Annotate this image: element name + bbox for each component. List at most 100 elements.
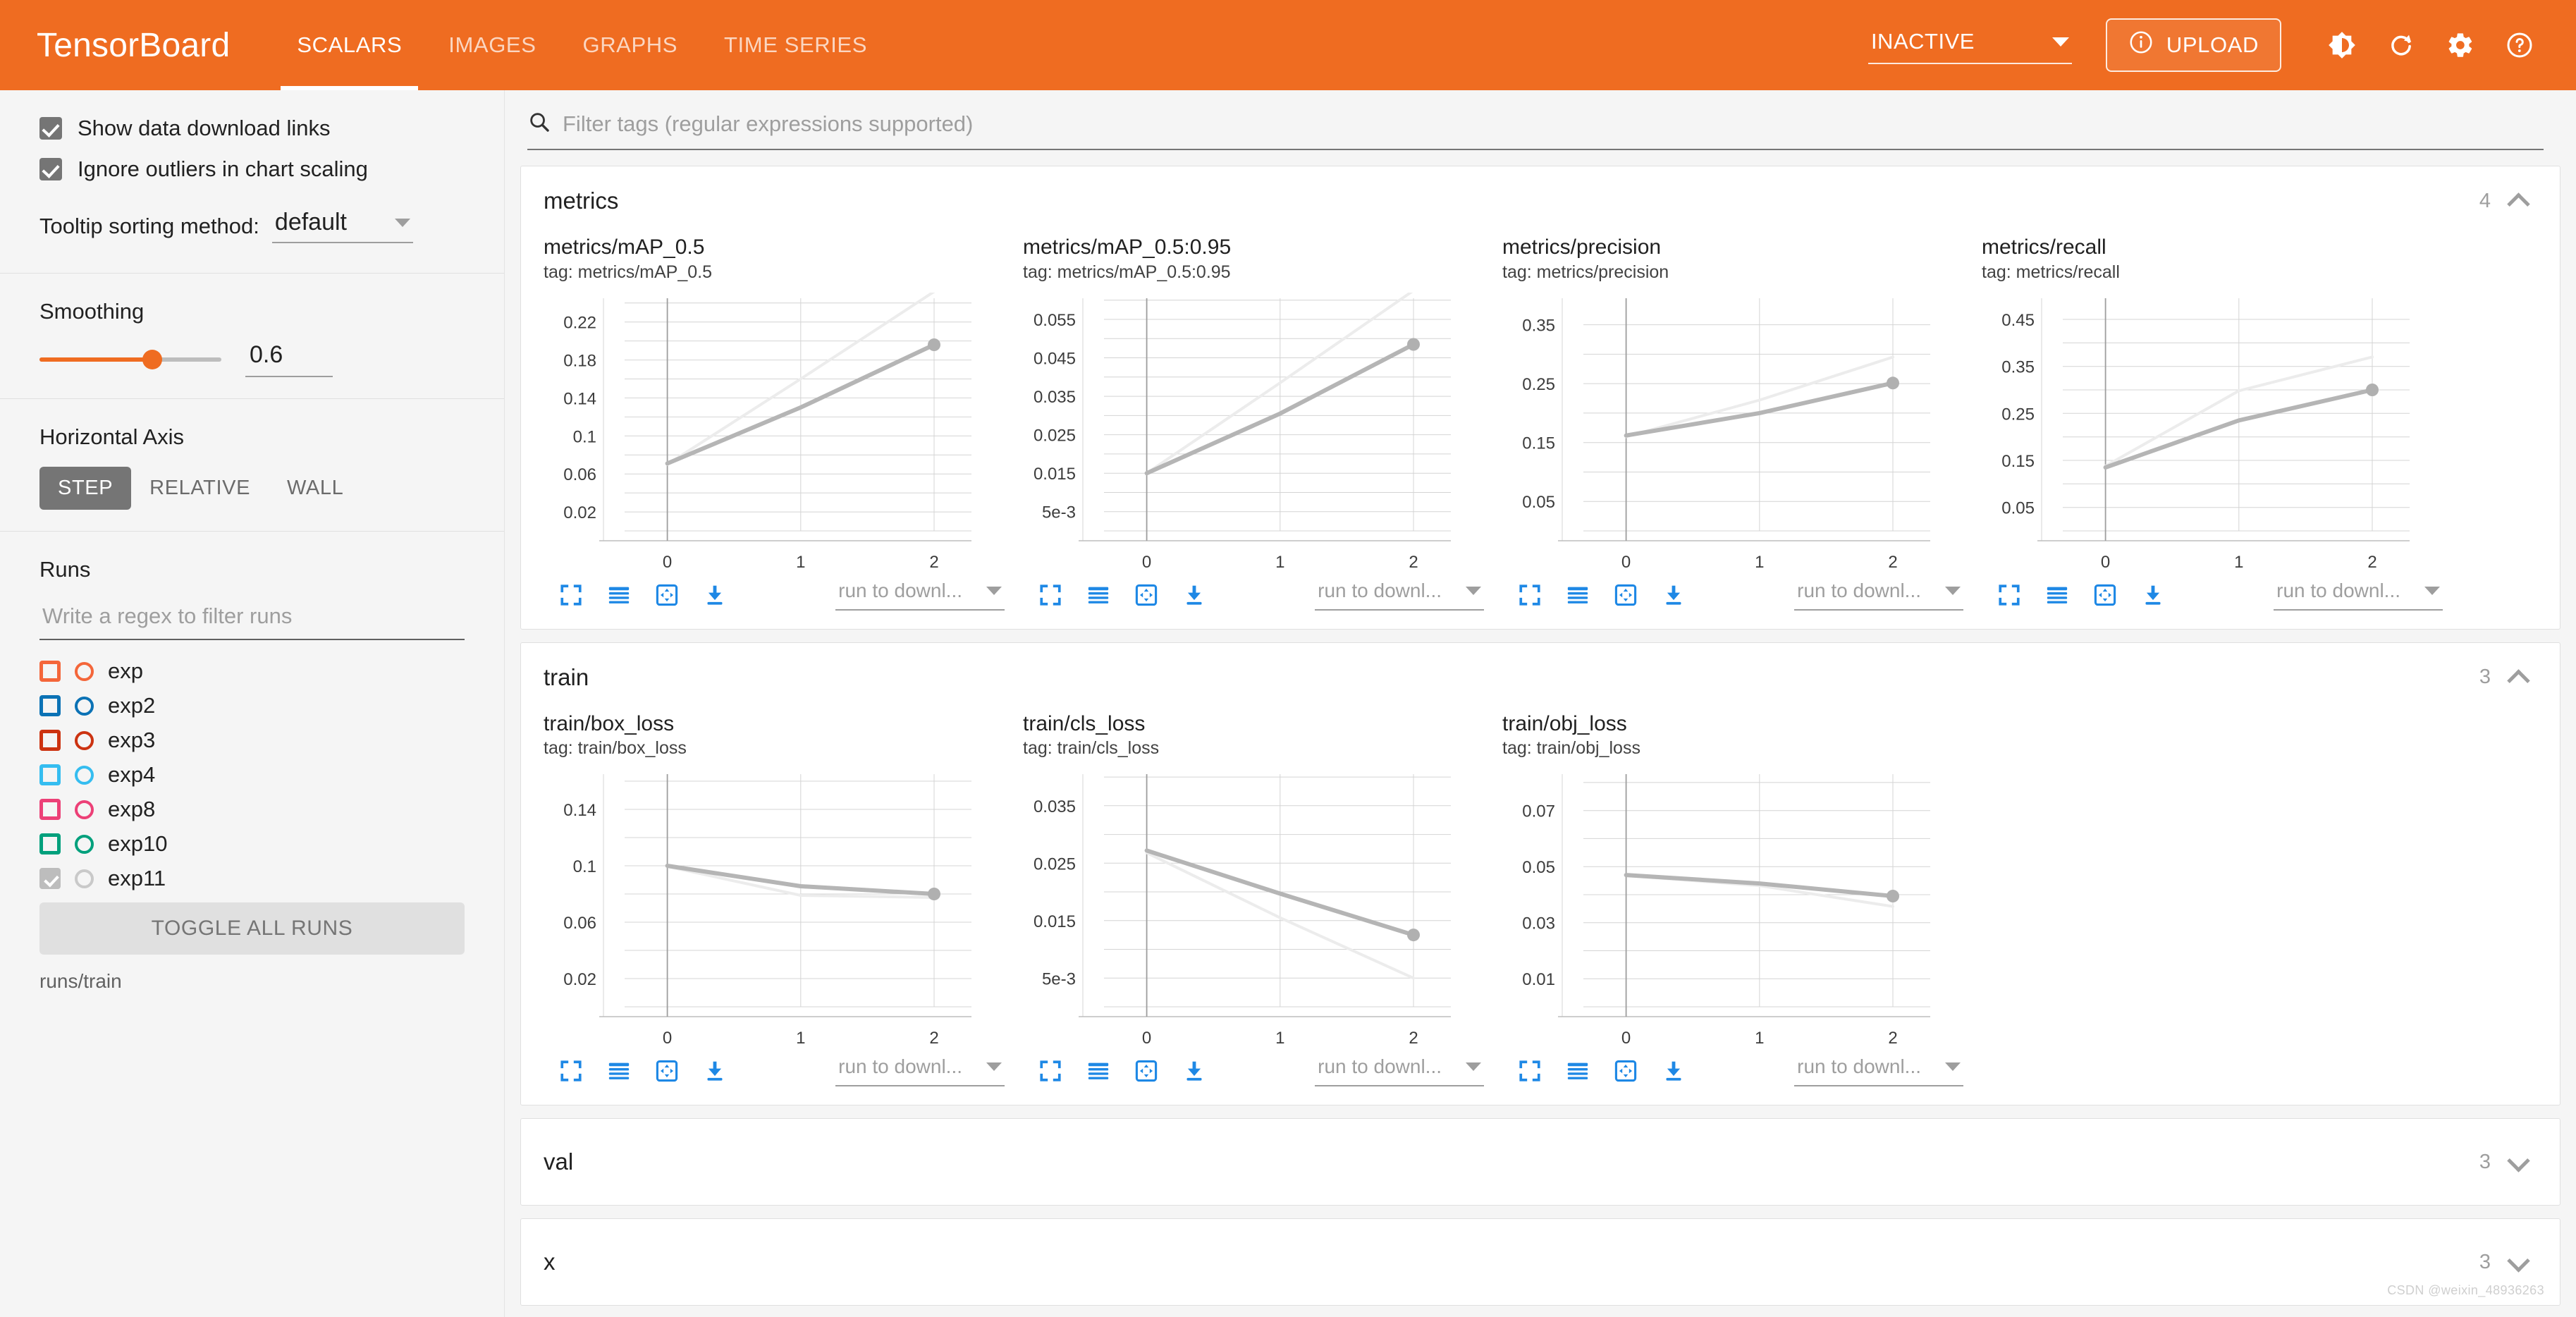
run-item-exp8[interactable]: exp8 <box>39 797 465 822</box>
refresh-icon[interactable] <box>2387 31 2415 59</box>
run-checkbox[interactable] <box>39 833 61 854</box>
chevron-up-icon[interactable] <box>2509 192 2527 210</box>
run-to-download-select[interactable]: run to downl... <box>1794 580 1963 611</box>
run-to-download-select[interactable]: run to downl... <box>835 1055 1005 1087</box>
data-table-icon[interactable] <box>1086 583 1110 607</box>
tab-time-series[interactable]: TIME SERIES <box>701 0 890 90</box>
data-table-icon[interactable] <box>1086 1059 1110 1083</box>
tab-scalars[interactable]: SCALARS <box>274 0 425 90</box>
checkbox-show-data-download-links[interactable]: Show data download links <box>39 116 465 141</box>
chart-plot[interactable]: 0.02 0.06 0.1 0.14 0.18 0.22 0 1 2 <box>544 290 1012 578</box>
axis-option-relative[interactable]: RELATIVE <box>131 467 269 510</box>
fullscreen-icon[interactable] <box>559 1059 583 1083</box>
section-val-header[interactable]: val 3 <box>521 1119 2560 1205</box>
svg-text:2: 2 <box>1888 1029 1897 1048</box>
chevron-down-icon <box>1466 586 1481 595</box>
download-icon[interactable] <box>2141 583 2165 607</box>
chart-tag: tag: metrics/recall <box>1982 262 2120 282</box>
chevron-up-icon[interactable] <box>2509 668 2527 687</box>
section-train-title: train <box>544 663 589 690</box>
charts-scroll-area[interactable]: metrics 4 metrics/mAP_0.5 tag: metrics/m… <box>505 150 2576 1317</box>
run-checkbox[interactable] <box>39 695 61 716</box>
run-to-download-select[interactable]: run to downl... <box>1315 580 1484 611</box>
svg-text:1: 1 <box>796 553 805 572</box>
smoothing-slider-thumb[interactable] <box>142 349 162 369</box>
section-metrics-header[interactable]: metrics 4 <box>521 166 2560 235</box>
smoothing-slider[interactable] <box>39 349 221 369</box>
download-icon[interactable] <box>703 583 727 607</box>
chart-plot[interactable]: 0.01 0.03 0.05 0.07 0 1 2 <box>1502 768 1970 1054</box>
axis-option-wall[interactable]: WALL <box>269 467 362 510</box>
run-to-download-select[interactable]: run to downl... <box>835 580 1005 611</box>
run-item-exp2[interactable]: exp2 <box>39 693 465 718</box>
run-to-download-select[interactable]: run to downl... <box>2274 580 2443 611</box>
run-to-download-select[interactable]: run to downl... <box>1794 1055 1963 1087</box>
fit-domain-icon[interactable] <box>655 583 679 607</box>
run-checkbox[interactable] <box>39 730 61 751</box>
chevron-down-icon[interactable] <box>2509 1253 2527 1271</box>
fit-domain-icon[interactable] <box>1614 1059 1638 1083</box>
download-icon[interactable] <box>1662 1059 1686 1083</box>
tab-time-series-label: TIME SERIES <box>724 32 867 57</box>
run-item-exp3[interactable]: exp3 <box>39 728 465 753</box>
svg-text:0.015: 0.015 <box>1034 912 1076 931</box>
data-table-icon[interactable] <box>607 1059 631 1083</box>
fullscreen-icon[interactable] <box>1997 583 2021 607</box>
brightness-icon[interactable] <box>2328 31 2356 59</box>
chart-plot[interactable]: 5e-3 0.015 0.025 0.035 0.045 0.055 0 1 2 <box>1023 288 1491 578</box>
svg-text:0.035: 0.035 <box>1034 388 1076 407</box>
axis-option-step[interactable]: STEP <box>39 467 132 510</box>
tooltip-sorting-select[interactable]: default <box>271 209 413 243</box>
run-checkbox[interactable] <box>39 764 61 785</box>
tab-images[interactable]: IMAGES <box>425 0 559 90</box>
section-train-header[interactable]: train 3 <box>521 643 2560 712</box>
run-checkbox[interactable] <box>39 799 61 820</box>
fit-domain-icon[interactable] <box>2093 583 2117 607</box>
chart-plot[interactable]: 5e-3 0.015 0.025 0.035 0 1 2 <box>1023 768 1491 1054</box>
chart-plot[interactable]: 0.02 0.06 0.1 0.14 0 1 2 <box>544 768 1012 1054</box>
fullscreen-icon[interactable] <box>1038 1059 1062 1083</box>
fullscreen-icon[interactable] <box>1518 583 1542 607</box>
chevron-down-icon <box>1945 1062 1961 1072</box>
download-icon[interactable] <box>1662 583 1686 607</box>
data-table-icon[interactable] <box>607 583 631 607</box>
download-icon[interactable] <box>1182 1059 1206 1083</box>
tab-graphs[interactable]: GRAPHS <box>559 0 701 90</box>
fullscreen-icon[interactable] <box>559 583 583 607</box>
gear-icon[interactable] <box>2446 31 2474 59</box>
chart-plot[interactable]: 0.05 0.15 0.25 0.35 0 1 2 <box>1502 293 1970 578</box>
fit-domain-icon[interactable] <box>655 1059 679 1083</box>
section-val-title: val <box>544 1148 574 1175</box>
fit-domain-icon[interactable] <box>1134 583 1158 607</box>
run-status-select[interactable]: INACTIVE <box>1867 26 2072 64</box>
fullscreen-icon[interactable] <box>1038 583 1062 607</box>
run-checkbox[interactable] <box>39 868 61 889</box>
chevron-down-icon[interactable] <box>2509 1153 2527 1171</box>
data-table-icon[interactable] <box>2045 583 2069 607</box>
download-icon[interactable] <box>703 1059 727 1083</box>
fit-domain-icon[interactable] <box>1614 583 1638 607</box>
tag-filter-input[interactable]: Filter tags (regular expressions support… <box>527 106 2544 150</box>
run-item-exp[interactable]: exp <box>39 658 465 684</box>
svg-text:0.22: 0.22 <box>563 313 596 332</box>
data-table-icon[interactable] <box>1566 1059 1590 1083</box>
data-table-icon[interactable] <box>1566 583 1590 607</box>
run-item-exp11[interactable]: exp11 <box>39 866 465 891</box>
runs-filter-input[interactable]: Write a regex to filter runs <box>39 599 465 640</box>
run-label: exp8 <box>108 797 156 821</box>
chart-plot[interactable]: 0.05 0.15 0.25 0.35 0.45 0 1 2 <box>1982 293 2450 578</box>
download-icon[interactable] <box>1182 583 1206 607</box>
fit-domain-icon[interactable] <box>1134 1059 1158 1083</box>
toggle-all-runs-button[interactable]: TOGGLE ALL RUNS <box>39 902 465 955</box>
run-to-download-select[interactable]: run to downl... <box>1315 1055 1484 1087</box>
fullscreen-icon[interactable] <box>1518 1059 1542 1083</box>
run-item-exp10[interactable]: exp10 <box>39 831 465 857</box>
smoothing-value-input[interactable]: 0.6 <box>245 341 333 377</box>
upload-button[interactable]: UPLOAD <box>2105 18 2281 72</box>
checkbox-ignore-outliers[interactable]: Ignore outliers in chart scaling <box>39 157 465 182</box>
section-x-header[interactable]: x 3 <box>521 1219 2560 1305</box>
chart-toolbar: run to downl... <box>1023 580 1491 611</box>
help-icon[interactable] <box>2506 31 2534 59</box>
run-checkbox[interactable] <box>39 661 61 682</box>
run-item-exp4[interactable]: exp4 <box>39 762 465 788</box>
